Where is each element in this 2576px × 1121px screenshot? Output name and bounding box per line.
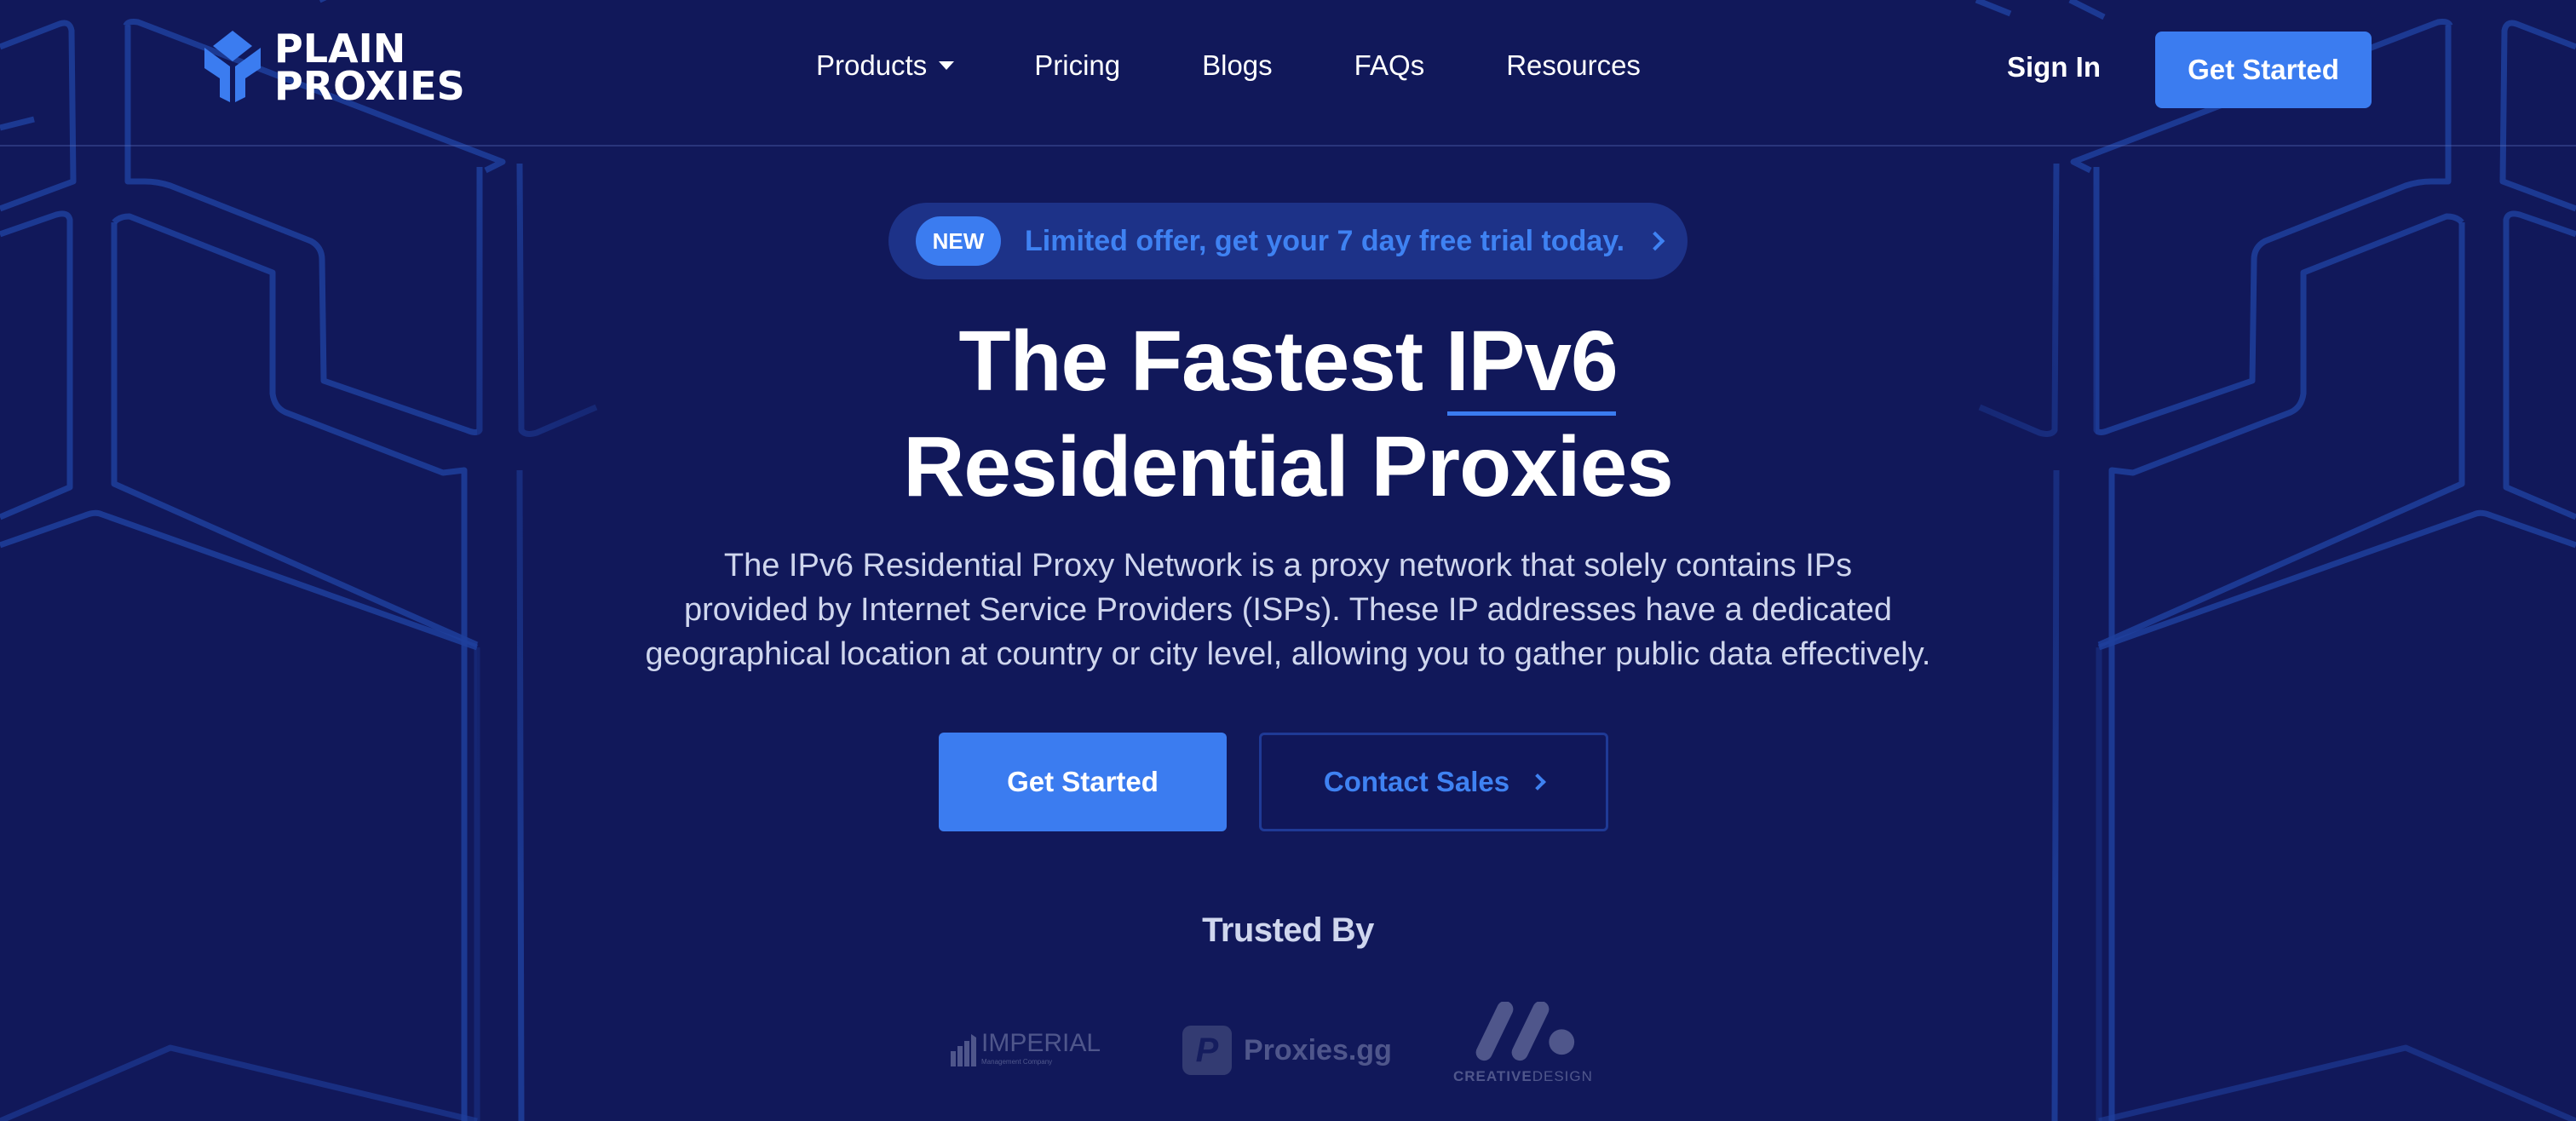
proxies-gg-logo: P Proxies.gg	[1182, 1026, 1392, 1075]
contact-sales-label: Contact Sales	[1323, 766, 1510, 797]
creative-name-bold: CREATIVE	[1453, 1068, 1532, 1084]
creative-design-name: CREATIVEDESIGN	[1453, 1068, 1601, 1085]
description-line: provided by Internet Service Providers (…	[683, 592, 1893, 628]
get-started-label: Get Started	[1007, 766, 1159, 797]
nav-item-label: Resources	[1506, 49, 1641, 81]
nav-item-label: FAQs	[1354, 49, 1425, 81]
proxies-gg-name: Proxies.gg	[1244, 1033, 1392, 1066]
description-line: geographical location at country or city…	[645, 636, 1931, 672]
building-bars-icon	[951, 1034, 976, 1066]
headline-line2: Residential Proxies	[903, 419, 1674, 515]
promo-text: Limited offer, get your 7 day free trial…	[1025, 224, 1625, 257]
nav-item-products[interactable]: Products	[816, 49, 955, 82]
creative-design-logo: CREATIVEDESIGN	[1453, 1002, 1601, 1085]
get-started-button[interactable]: Get Started	[939, 733, 1227, 831]
imperial-subtitle: Management Company	[981, 1058, 1053, 1066]
page-title: The Fastest IPv6 Residential Proxies	[0, 308, 2576, 520]
chevron-right-icon	[1645, 231, 1665, 251]
headline-part1: The Fastest	[958, 313, 1446, 409]
nav-item-label: Blogs	[1202, 49, 1273, 81]
contact-sales-button[interactable]: Contact Sales	[1259, 733, 1608, 831]
creative-design-mark-icon	[1475, 1002, 1575, 1061]
main-nav: Products Pricing Blogs FAQs Resources	[816, 49, 1641, 82]
brand-name-line2: PROXIES	[274, 63, 465, 109]
proxies-gg-tile-icon: P	[1182, 1026, 1232, 1075]
creative-name-light: DESIGN	[1532, 1068, 1593, 1084]
nav-item-pricing[interactable]: Pricing	[1034, 49, 1120, 82]
imperial-name: IMPERIAL	[981, 1029, 1101, 1057]
description-line: The IPv6 Residential Proxy Network is a …	[723, 548, 1853, 583]
nav-item-resources[interactable]: Resources	[1506, 49, 1641, 82]
nav-item-blogs[interactable]: Blogs	[1202, 49, 1273, 82]
header-get-started-button[interactable]: Get Started	[2155, 32, 2372, 108]
brand-cube-icon	[204, 31, 261, 102]
promo-banner[interactable]: NEW Limited offer, get your 7 day free t…	[888, 203, 1688, 279]
site-header: PLAIN PROXIES Products Pricing Blogs FAQ…	[0, 0, 2576, 147]
nav-item-label: Pricing	[1034, 49, 1121, 81]
sign-in-link[interactable]: Sign In	[2007, 51, 2101, 83]
brand-logo[interactable]: PLAIN PROXIES	[203, 29, 465, 106]
caret-down-icon	[939, 61, 955, 70]
brand-wordmark: PLAIN PROXIES	[274, 26, 465, 109]
new-badge: NEW	[916, 216, 1001, 266]
brand-name-line1: PLAIN	[274, 26, 406, 72]
nav-item-label: Products	[816, 49, 928, 81]
trusted-by-heading: Trusted By	[1202, 911, 1374, 949]
nav-item-faqs[interactable]: FAQs	[1354, 49, 1425, 82]
hero-description: The IPv6 Residential Proxy Network is a …	[0, 543, 2576, 676]
chevron-right-icon	[1529, 773, 1547, 790]
headline-highlight: IPv6	[1446, 308, 1619, 416]
imperial-logo: IMPERIAL Management Company	[951, 1031, 1101, 1066]
